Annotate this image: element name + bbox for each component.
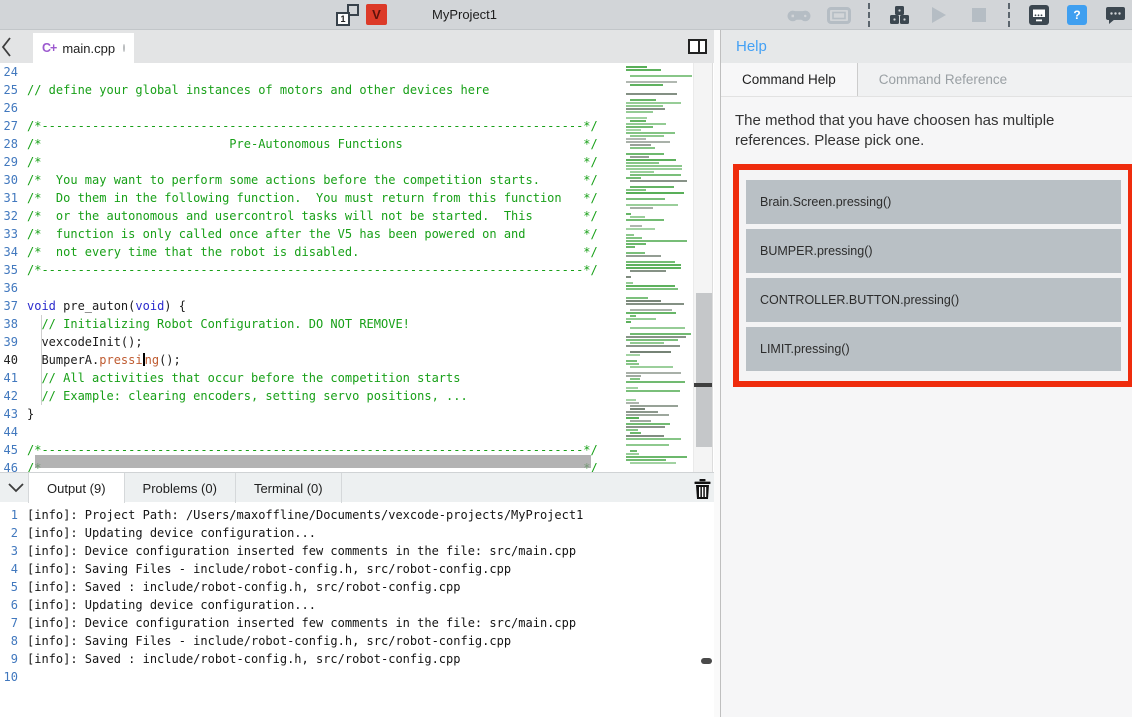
- console-line: 3[info]: Device configuration inserted f…: [0, 542, 713, 560]
- vex-logo-icon[interactable]: V: [366, 4, 387, 25]
- editor-tab-main-cpp[interactable]: C+ main.cpp: [33, 33, 134, 63]
- code-line: 42 // Example: clearing encoders, settin…: [0, 387, 712, 405]
- tab-output[interactable]: Output (9): [28, 473, 125, 503]
- help-options: Brain.Screen.pressing() BUMPER.pressing()…: [743, 180, 1124, 371]
- code-line: 41 // All activities that occur before t…: [0, 369, 712, 387]
- code-line: 43}: [0, 405, 712, 423]
- code-line: 32/* or the autonomous and usercontrol t…: [0, 207, 712, 225]
- window-title: MyProject1: [432, 0, 497, 30]
- bottom-panel: Output (9)Problems (0)Terminal (0) 1[inf…: [0, 472, 720, 717]
- code-line: 31/* Do them in the following function. …: [0, 189, 712, 207]
- tab-terminal[interactable]: Terminal (0): [236, 473, 342, 503]
- code-line: 28/* Pre-Autonomous Functions */: [0, 135, 712, 153]
- console-line: 6[info]: Updating device configuration..…: [0, 596, 713, 614]
- help-options-box: Brain.Screen.pressing() BUMPER.pressing()…: [733, 164, 1132, 387]
- editor-tabbar: C+ main.cpp: [0, 30, 720, 63]
- stop-icon[interactable]: [967, 3, 991, 27]
- slot-1-icon[interactable]: 1: [336, 4, 359, 26]
- vscrollbar-thumb[interactable]: [696, 293, 712, 447]
- help-header: Help: [721, 30, 1132, 63]
- help-option-button[interactable]: Brain.Screen.pressing(): [746, 180, 1121, 224]
- help-title: Help: [736, 38, 767, 55]
- toolbar-separator: [868, 3, 870, 27]
- console-scroll-indicator[interactable]: [701, 658, 712, 664]
- code-line: 33/* function is only called once after …: [0, 225, 712, 243]
- console-line: 8[info]: Saving Files - include/robot-co…: [0, 632, 713, 650]
- code-line: 37void pre_auton(void) {: [0, 297, 712, 315]
- play-icon[interactable]: [927, 3, 951, 27]
- console-line: 5[info]: Saved : include/robot-config.h,…: [0, 578, 713, 596]
- code-line: 26: [0, 99, 712, 117]
- code-line: 38 // Initializing Robot Configuration. …: [0, 315, 712, 333]
- clear-console-button[interactable]: [691, 478, 713, 499]
- code-editor: 2425// define your global instances of m…: [0, 63, 713, 472]
- code-line: 29/* */: [0, 153, 712, 171]
- help-body: The method that you have choosen has mul…: [721, 97, 1132, 387]
- code-line: 34/* not every time that the robot is di…: [0, 243, 712, 261]
- editor-hscrollbar[interactable]: [35, 455, 591, 468]
- back-chevron-icon[interactable]: [1, 34, 21, 59]
- console-line: 7[info]: Device configuration inserted f…: [0, 614, 713, 632]
- editor-vscrollbar[interactable]: [693, 63, 713, 472]
- tab-filename: main.cpp: [62, 41, 115, 56]
- toolbar-actions: ?: [787, 0, 1127, 30]
- top-toolbar: 1 V MyProject1: [0, 0, 1132, 30]
- help-option-button[interactable]: BUMPER.pressing(): [746, 229, 1121, 273]
- code-line: 40 BumperA.pressing();: [0, 351, 712, 369]
- toolbar-separator: [1008, 3, 1010, 27]
- code-line: 25// define your global instances of mot…: [0, 81, 712, 99]
- console-line: 2[info]: Updating device configuration..…: [0, 524, 713, 542]
- tab-problems[interactable]: Problems (0): [125, 473, 236, 503]
- code-line: 30/* You may want to perform some action…: [0, 171, 712, 189]
- console-line: 10: [0, 668, 713, 686]
- code-line: 39 vexcodeInit();: [0, 333, 712, 351]
- cpp-file-icon: C+: [42, 41, 56, 55]
- minimap[interactable]: [624, 66, 693, 470]
- console-line: 9[info]: Saved : include/robot-config.h,…: [0, 650, 713, 668]
- bottom-tabs: Output (9)Problems (0)Terminal (0): [28, 473, 342, 503]
- code-line: 27/*------------------------------------…: [0, 117, 712, 135]
- panel-collapse-icon[interactable]: [4, 475, 28, 501]
- help-panel: Help Command Help Command Reference The …: [720, 30, 1132, 717]
- help-icon[interactable]: ?: [1067, 5, 1087, 25]
- console-line: 1[info]: Project Path: /Users/maxoffline…: [0, 506, 713, 524]
- brain-preview-icon[interactable]: [827, 3, 851, 27]
- tab-command-reference[interactable]: Command Reference: [858, 63, 1028, 96]
- bottom-tabstrip: Output (9)Problems (0)Terminal (0): [0, 472, 720, 502]
- controller-icon[interactable]: [787, 3, 811, 27]
- trash-icon: [694, 479, 711, 499]
- code-line: 35/*------------------------------------…: [0, 261, 712, 279]
- modified-dot-icon: [123, 44, 125, 52]
- help-option-button[interactable]: LIMIT.pressing(): [746, 327, 1121, 371]
- build-icon[interactable]: [887, 3, 911, 27]
- code-area[interactable]: 2425// define your global instances of m…: [0, 63, 712, 472]
- help-tabs: Command Help Command Reference: [721, 63, 1132, 97]
- help-message: The method that you have choosen has mul…: [735, 111, 1097, 151]
- feedback-icon[interactable]: [1103, 3, 1127, 27]
- split-editor-icon[interactable]: [688, 39, 707, 54]
- help-option-button[interactable]: CONTROLLER.BUTTON.pressing(): [746, 278, 1121, 322]
- console-line: 4[info]: Saving Files - include/robot-co…: [0, 560, 713, 578]
- slot-number: 1: [336, 12, 350, 26]
- code-line: 36: [0, 279, 712, 297]
- code-line: 44: [0, 423, 712, 441]
- overview-cursor-marker: [694, 383, 713, 387]
- device-info-icon[interactable]: [1027, 3, 1051, 27]
- tab-command-help[interactable]: Command Help: [721, 63, 858, 96]
- code-line: 24: [0, 63, 712, 81]
- console-area[interactable]: 1[info]: Project Path: /Users/maxoffline…: [0, 503, 713, 717]
